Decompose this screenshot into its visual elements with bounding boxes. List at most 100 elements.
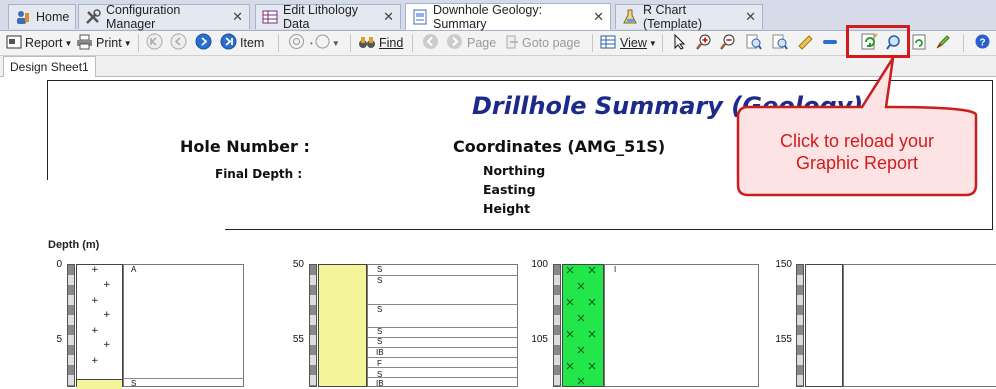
coordinates-label: Coordinates (AMG_51S) bbox=[453, 137, 666, 156]
northing-label: Northing bbox=[483, 163, 546, 178]
zoom-circle-button[interactable] bbox=[288, 33, 305, 53]
first-item-button[interactable] bbox=[146, 33, 163, 53]
goto-page-button[interactable]: Goto page bbox=[505, 33, 580, 53]
back-arrow-icon bbox=[422, 33, 439, 53]
measure-button[interactable] bbox=[797, 33, 813, 53]
svg-text:?: ? bbox=[979, 38, 985, 49]
tab-configuration-manager[interactable]: Configuration Manager ✕ bbox=[78, 3, 250, 31]
description-column bbox=[123, 264, 244, 387]
previous-icon bbox=[170, 33, 187, 53]
svg-text:+: + bbox=[103, 340, 111, 350]
tab-label: Home bbox=[36, 10, 70, 24]
previous-item-button[interactable] bbox=[170, 33, 187, 53]
view-button[interactable]: View ▼ bbox=[600, 33, 657, 53]
redacted-area bbox=[45, 180, 225, 230]
tab-downhole-geology-summary[interactable]: Downhole Geology: Summary ✕ bbox=[405, 3, 611, 31]
tab-edit-lithology-data[interactable]: Edit Lithology Data ✕ bbox=[255, 3, 401, 31]
lithology-code: S bbox=[377, 327, 383, 336]
unit-boundary bbox=[368, 347, 517, 348]
item-label: Item bbox=[240, 36, 265, 50]
first-icon bbox=[146, 33, 163, 53]
tab-label: Configuration Manager bbox=[106, 3, 181, 31]
unit-boundary bbox=[368, 337, 517, 338]
refresh-button[interactable] bbox=[911, 33, 927, 53]
lithology-code: F bbox=[377, 359, 382, 368]
unit-boundary bbox=[368, 327, 517, 328]
close-icon[interactable]: ✕ bbox=[383, 9, 394, 25]
collapse-button[interactable] bbox=[822, 33, 838, 53]
reload-highlight-box bbox=[846, 25, 910, 58]
close-icon[interactable]: ✕ bbox=[745, 9, 756, 25]
lithology-column bbox=[318, 264, 367, 387]
lithology-column: + + + + + + + bbox=[76, 264, 123, 389]
zoom-page-button[interactable] bbox=[746, 33, 762, 53]
unit-boundary bbox=[368, 357, 517, 358]
grid-view-icon bbox=[600, 34, 616, 53]
view-label: View bbox=[620, 36, 647, 50]
report-button[interactable]: Report ▼ bbox=[6, 33, 72, 53]
depth-tick: 5 bbox=[56, 334, 62, 345]
report-label: Report bbox=[25, 36, 63, 50]
lithology-pattern: + + + + + + + bbox=[91, 265, 111, 366]
page-label: Page bbox=[467, 36, 497, 50]
callout-line2: Graphic Report bbox=[795, 153, 919, 173]
zoom-width-button[interactable] bbox=[772, 33, 788, 53]
depth-tick: 100 bbox=[531, 259, 548, 270]
circle-icon bbox=[288, 33, 305, 53]
zoom-out-button[interactable] bbox=[720, 33, 736, 53]
height-label: Height bbox=[483, 201, 531, 216]
flask-icon bbox=[622, 9, 638, 25]
tab-design-sheet1[interactable]: Design Sheet1 bbox=[3, 56, 96, 77]
depth-scale-bar bbox=[796, 264, 804, 387]
home-icon bbox=[15, 9, 31, 25]
tab-label: Edit Lithology Data bbox=[283, 3, 359, 31]
svg-text:+: + bbox=[91, 265, 99, 275]
lithology-code: S bbox=[377, 337, 383, 346]
hole-number-label: Hole Number : bbox=[180, 137, 310, 156]
marker-icon bbox=[935, 34, 951, 53]
depth-tick: 150 bbox=[775, 259, 792, 270]
svg-text:+: + bbox=[103, 310, 111, 320]
zoom-page-icon bbox=[746, 34, 762, 53]
zoom-out-icon bbox=[720, 34, 736, 53]
lithology-code: S bbox=[377, 305, 383, 314]
depth-scale-bar bbox=[553, 264, 561, 387]
description-column bbox=[367, 264, 518, 387]
zoom-in-button[interactable] bbox=[696, 33, 712, 53]
find-label: Find bbox=[379, 36, 404, 50]
printer-icon bbox=[76, 34, 93, 53]
unit-boundary bbox=[123, 378, 244, 379]
goto-page-label: Goto page bbox=[522, 36, 581, 50]
lithology-code: S bbox=[377, 276, 383, 285]
description-column bbox=[843, 264, 996, 387]
easting-label: Easting bbox=[483, 182, 536, 197]
close-icon[interactable]: ✕ bbox=[232, 9, 243, 25]
tab-home[interactable]: Home bbox=[8, 4, 76, 29]
zoom-width-icon bbox=[772, 34, 788, 53]
svg-text:+: + bbox=[91, 296, 99, 306]
highlight-button[interactable] bbox=[935, 33, 951, 53]
final-depth-label: Final Depth : bbox=[215, 167, 303, 181]
help-icon: ? bbox=[975, 34, 990, 52]
depth-tick: 50 bbox=[292, 259, 304, 270]
find-button[interactable]: Find bbox=[358, 33, 403, 53]
lithology-unit-yellow bbox=[77, 379, 122, 389]
previous-page-button[interactable] bbox=[422, 33, 439, 53]
next-item-button[interactable] bbox=[195, 33, 212, 53]
depth-tick: 105 bbox=[531, 334, 548, 345]
lithology-code: A bbox=[131, 265, 137, 274]
select-tool-button[interactable] bbox=[672, 33, 688, 53]
help-button[interactable]: ? bbox=[975, 33, 990, 53]
print-label: Print bbox=[96, 36, 122, 50]
tab-r-chart-template[interactable]: R Chart (Template) ✕ bbox=[615, 3, 763, 31]
lithology-column bbox=[562, 264, 604, 387]
last-item-button[interactable]: Item bbox=[220, 33, 264, 53]
dropdown-circle-button[interactable]: • ▼ bbox=[310, 33, 340, 53]
svg-text:+: + bbox=[91, 326, 99, 336]
print-button[interactable]: Print ▼ bbox=[76, 33, 132, 53]
ruler-icon bbox=[797, 34, 813, 53]
report-title: Drillhole Summary (Geology) bbox=[472, 92, 864, 120]
lithology-code: I bbox=[614, 265, 617, 274]
close-icon[interactable]: ✕ bbox=[593, 9, 604, 25]
next-page-button[interactable]: Page bbox=[446, 33, 496, 53]
